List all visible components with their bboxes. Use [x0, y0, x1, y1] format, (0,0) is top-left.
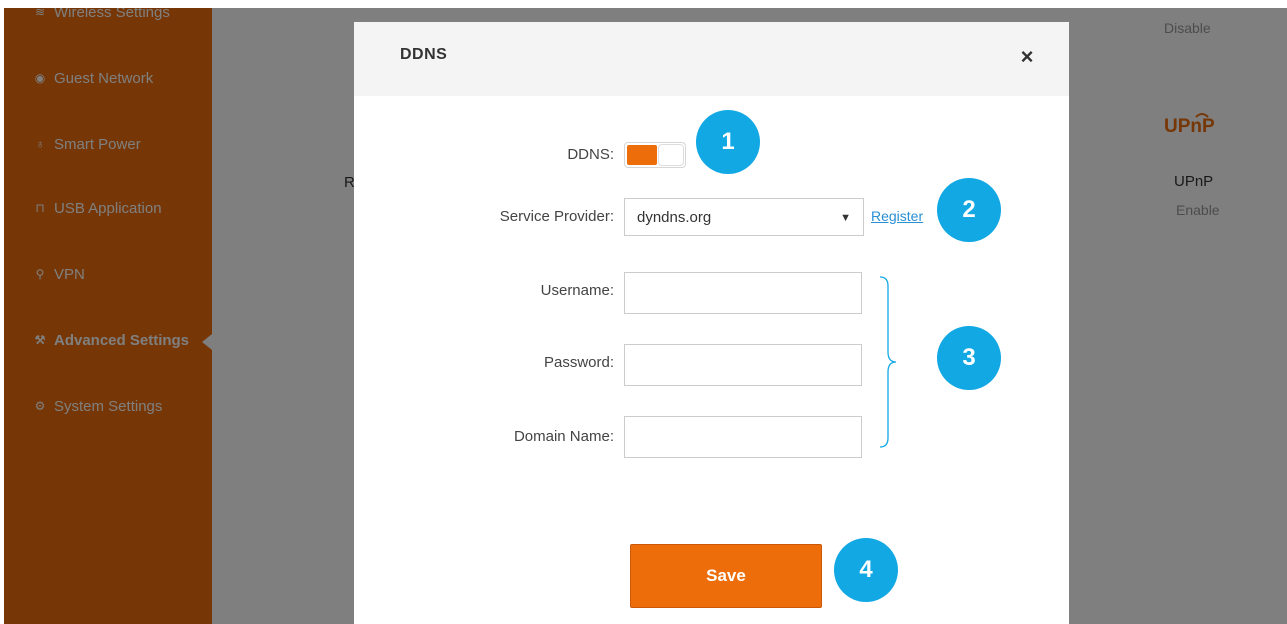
- router-admin-page: ≋ Wireless Settings ◉ Guest Network ♁ Sm…: [4, 8, 1287, 624]
- toggle-knob: [658, 144, 684, 166]
- group-bracket: [879, 276, 897, 448]
- domain-name-field[interactable]: [624, 416, 862, 458]
- callout-4: 4: [834, 538, 898, 602]
- password-field[interactable]: [624, 344, 862, 386]
- callout-3: 3: [937, 326, 1001, 390]
- callout-1: 1: [696, 110, 760, 174]
- callout-2: 2: [937, 178, 1001, 242]
- ddns-label: DDNS:: [567, 146, 614, 163]
- username-label: Username:: [540, 282, 614, 299]
- dialog-header: DDNS ×: [354, 22, 1069, 96]
- ddns-toggle[interactable]: [624, 142, 686, 168]
- dropdown-arrow-icon: ▼: [840, 212, 851, 224]
- ddns-dialog: DDNS × DDNS: Service Provider: dyndns.or…: [354, 22, 1069, 624]
- service-provider-select[interactable]: dyndns.org ▼: [624, 198, 864, 236]
- service-provider-value: dyndns.org: [637, 209, 712, 226]
- username-field[interactable]: [624, 272, 862, 314]
- domain-name-label: Domain Name:: [513, 428, 614, 445]
- register-link[interactable]: Register: [871, 208, 923, 224]
- close-icon: ×: [1020, 44, 1034, 69]
- save-button[interactable]: Save: [630, 544, 822, 608]
- service-provider-label: Service Provider:: [499, 208, 614, 225]
- screen: ≋ Wireless Settings ◉ Guest Network ♁ Sm…: [0, 0, 1287, 624]
- dialog-title: DDNS: [400, 46, 448, 63]
- toggle-on-fill: [627, 145, 657, 165]
- password-label: Password:: [543, 354, 614, 371]
- close-button[interactable]: ×: [1012, 42, 1042, 72]
